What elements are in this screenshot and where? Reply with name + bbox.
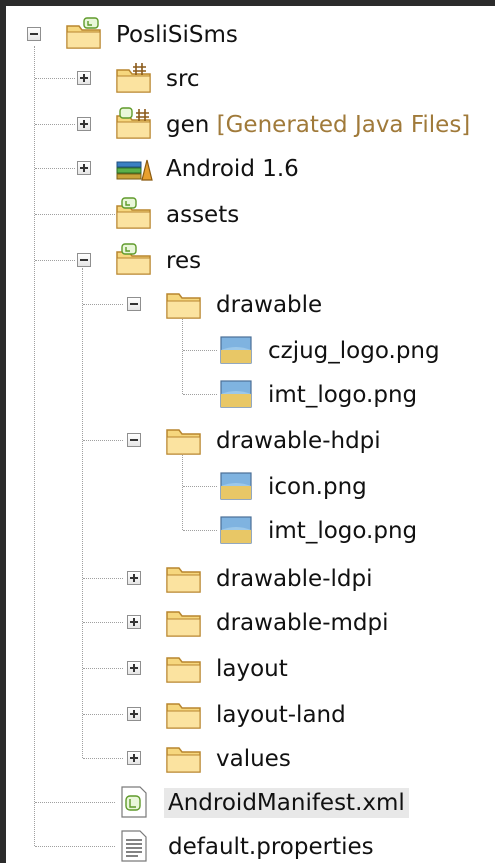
tree-item-file[interactable]: czjug_logo.png [6, 330, 495, 374]
tree-item-label[interactable]: icon.png [268, 472, 367, 502]
tree-item-layout-land[interactable]: layout-land [6, 694, 495, 738]
collapse-toggle[interactable] [127, 433, 141, 447]
folder-icon [166, 611, 201, 637]
tree-item-label[interactable]: drawable-hdpi [216, 426, 381, 456]
tree-item-label[interactable]: layout-land [216, 700, 346, 730]
tree-item-default-properties[interactable]: default.properties [6, 826, 495, 863]
collapse-toggle[interactable] [27, 27, 41, 41]
tree-item-label[interactable]: Android 1.6 [166, 154, 299, 184]
tree-item-gen[interactable]: gen [Generated Java Files] [6, 104, 495, 148]
tree-item-project[interactable]: PosliSiSms [6, 14, 495, 58]
tree-item-drawable-ldpi[interactable]: drawable-ldpi [6, 558, 495, 602]
folder-icon [166, 747, 201, 773]
tree-item-drawable[interactable]: drawable [6, 284, 495, 328]
expand-toggle[interactable] [127, 751, 141, 765]
tree-item-layout[interactable]: layout [6, 648, 495, 692]
tree-item-label[interactable]: drawable [216, 290, 322, 320]
expand-toggle[interactable] [77, 71, 91, 85]
tree-item-drawable-hdpi[interactable]: drawable-hdpi [6, 420, 495, 464]
expand-toggle[interactable] [77, 161, 91, 175]
tree-item-label[interactable]: drawable-ldpi [216, 564, 372, 594]
tree-item-label[interactable]: assets [166, 200, 239, 230]
tree-item-src[interactable]: src [6, 58, 495, 102]
image-file-icon [220, 516, 252, 544]
tree-item-assets[interactable]: assets [6, 194, 495, 238]
tree-item-file[interactable]: imt_logo.png [6, 510, 495, 554]
gen-label: gen [166, 112, 210, 138]
generated-source-folder-icon [116, 107, 151, 139]
package-explorer-panel: PosliSiSms src gen [Generated Java Files… [6, 6, 495, 863]
tree-item-values[interactable]: values [6, 738, 495, 782]
tree-item-label[interactable]: layout [216, 654, 288, 684]
android-folder-icon [116, 197, 151, 229]
text-file-icon [121, 830, 147, 862]
folder-icon [166, 657, 201, 683]
tree-item-label[interactable]: imt_logo.png [268, 516, 417, 546]
tree-item-label[interactable]: AndroidManifest.xml [164, 788, 409, 818]
project-tree[interactable]: PosliSiSms src gen [Generated Java Files… [6, 6, 495, 863]
tree-item-label[interactable]: PosliSiSms [116, 20, 238, 50]
window-frame: PosliSiSms src gen [Generated Java Files… [0, 0, 495, 863]
android-manifest-file-icon [121, 786, 147, 818]
tree-item-file[interactable]: imt_logo.png [6, 374, 495, 418]
tree-item-label[interactable]: values [216, 744, 291, 774]
tree-item-label[interactable]: czjug_logo.png [268, 336, 440, 366]
tree-item-file[interactable]: icon.png [6, 466, 495, 510]
expand-toggle[interactable] [127, 661, 141, 675]
image-file-icon [220, 472, 252, 500]
image-file-icon [220, 380, 252, 408]
folder-icon [166, 293, 201, 319]
android-project-folder-icon [66, 17, 101, 49]
folder-icon [166, 429, 201, 455]
folder-icon [166, 567, 201, 593]
tree-item-label[interactable]: drawable-mdpi [216, 608, 389, 638]
android-folder-icon [116, 243, 151, 275]
source-folder-icon [116, 63, 151, 93]
tree-item-label[interactable]: res [166, 246, 201, 276]
tree-item-android-library[interactable]: Android 1.6 [6, 148, 495, 192]
tree-item-label[interactable]: default.properties [168, 832, 374, 862]
folder-icon [166, 703, 201, 729]
expand-toggle[interactable] [77, 117, 91, 131]
tree-item-drawable-mdpi[interactable]: drawable-mdpi [6, 602, 495, 646]
gen-decoration: [Generated Java Files] [216, 112, 471, 138]
tree-item-label[interactable]: src [166, 64, 200, 94]
collapse-toggle[interactable] [77, 253, 91, 267]
expand-toggle[interactable] [127, 707, 141, 721]
expand-toggle[interactable] [127, 571, 141, 585]
image-file-icon [220, 336, 252, 364]
collapse-toggle[interactable] [127, 297, 141, 311]
tree-item-res[interactable]: res [6, 240, 495, 284]
tree-item-manifest[interactable]: AndroidManifest.xml [6, 782, 495, 826]
expand-toggle[interactable] [127, 615, 141, 629]
tree-item-label[interactable]: imt_logo.png [268, 380, 417, 410]
tree-item-label[interactable]: gen [Generated Java Files] [166, 110, 470, 140]
android-library-icon [116, 159, 153, 181]
